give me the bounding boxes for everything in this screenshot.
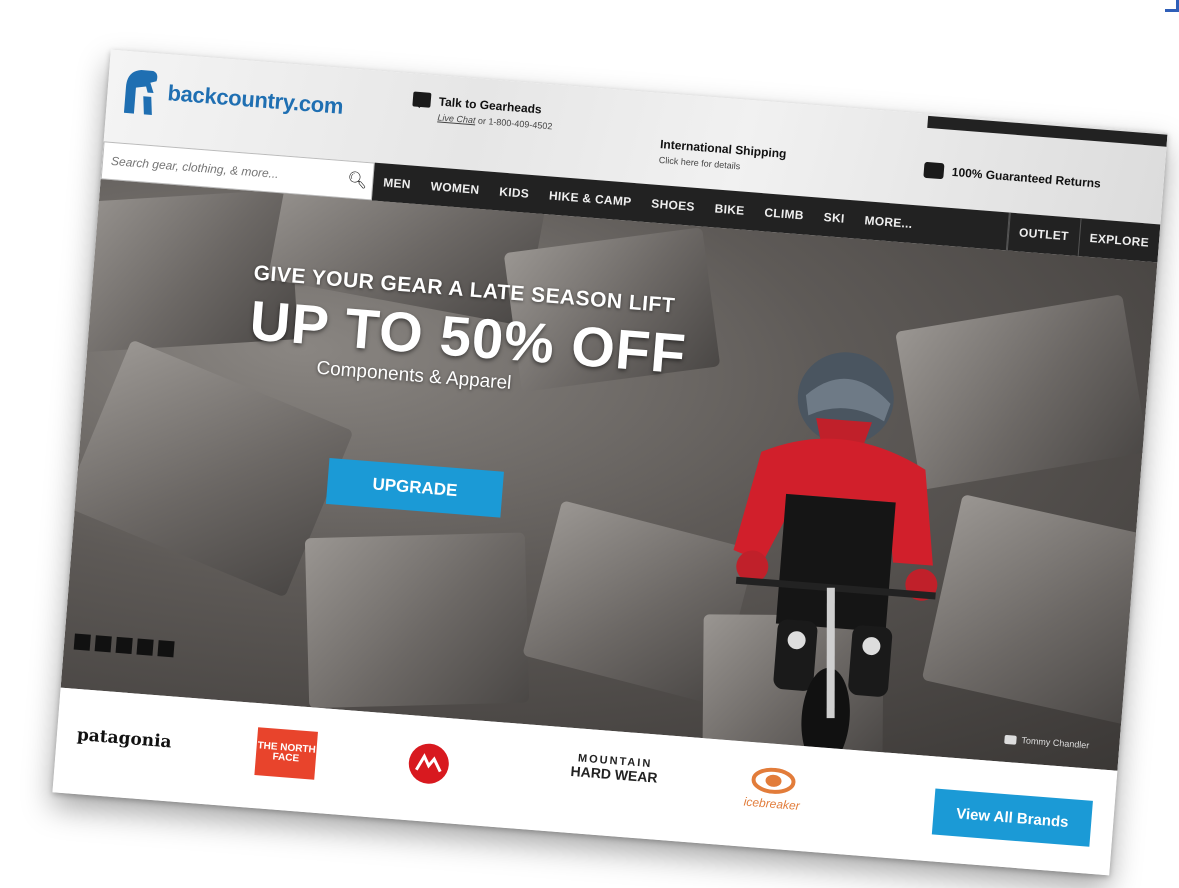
slide-dot[interactable] [157, 640, 175, 658]
slide-dot[interactable] [115, 636, 133, 655]
chat-phone: or 1-800-409-4502 [477, 115, 553, 132]
rock [921, 494, 1158, 726]
brand-mountain-hardwear[interactable]: MOUNTAIN HARD WEAR [570, 752, 659, 786]
photo-credit: Tommy Chandler [1004, 734, 1090, 751]
slide-dot[interactable] [136, 638, 154, 656]
goat-logo-icon [123, 70, 158, 115]
international-shipping[interactable]: International Shipping Click here for de… [658, 137, 786, 175]
hero-banner[interactable]: GIVE YOUR GEAR A LATE SEASON LIFT UP TO … [60, 179, 1158, 771]
rock [304, 532, 530, 709]
nav-item-bike[interactable]: BIKE [704, 201, 755, 219]
brand-icebreaker[interactable]: icebreaker [743, 766, 802, 813]
chat-bubble-icon [412, 91, 432, 108]
nav-item-shoes[interactable]: SHOES [641, 196, 705, 215]
brand-patagonia[interactable]: patagonia [76, 725, 172, 752]
nav-item-more[interactable]: MORE... [854, 212, 923, 231]
corner-mark [1165, 0, 1179, 12]
view-all-brands-button[interactable]: View All Brands [931, 788, 1093, 847]
camera-icon [1004, 734, 1017, 745]
upgrade-button[interactable]: UPGRADE [325, 457, 504, 518]
icebreaker-icon [751, 767, 796, 794]
slide-indicators [73, 633, 175, 658]
site-logo[interactable]: backcountry.com [120, 65, 345, 132]
live-chat-link[interactable]: Live Chat [437, 112, 476, 125]
brand-the-north-face[interactable]: THE NORTH FACE [254, 727, 318, 780]
logo-text: backcountry.com [166, 80, 345, 119]
website-page: backcountry.com Talk to Gearheads Live C… [52, 49, 1168, 876]
utility-bar [927, 115, 1168, 147]
nav-item-men[interactable]: MEN [373, 175, 422, 193]
nav-item-kids[interactable]: KIDS [489, 184, 540, 202]
marmot-icon [408, 743, 449, 784]
nav-item-explore[interactable]: EXPLORE [1077, 218, 1161, 263]
returns-title: 100% Guaranteed Returns [951, 164, 1102, 191]
photo-credit-text: Tommy Chandler [1021, 735, 1090, 751]
nav-item-hike-camp[interactable]: HIKE & CAMP [539, 188, 642, 210]
screenshot-stage: backcountry.com Talk to Gearheads Live C… [0, 0, 1179, 888]
icebreaker-text: icebreaker [743, 794, 801, 813]
talk-to-gearheads[interactable]: Talk to Gearheads Live Chat or 1-800-409… [411, 91, 554, 131]
guaranteed-returns[interactable]: 100% Guaranteed Returns [923, 161, 1102, 192]
nav-item-outlet[interactable]: OUTLET [1006, 212, 1081, 257]
slide-dot[interactable] [73, 633, 91, 651]
nav-item-climb[interactable]: CLIMB [754, 205, 814, 224]
nav-item-ski[interactable]: SKI [813, 209, 855, 226]
slide-dot[interactable] [94, 635, 112, 653]
mountain-biker-image [733, 352, 938, 768]
nav-item-women[interactable]: WOMEN [420, 178, 490, 197]
search-icon[interactable]: 🔍︎ [342, 169, 373, 191]
brand-marmot-logo[interactable] [404, 739, 453, 788]
returns-icon [923, 161, 945, 180]
